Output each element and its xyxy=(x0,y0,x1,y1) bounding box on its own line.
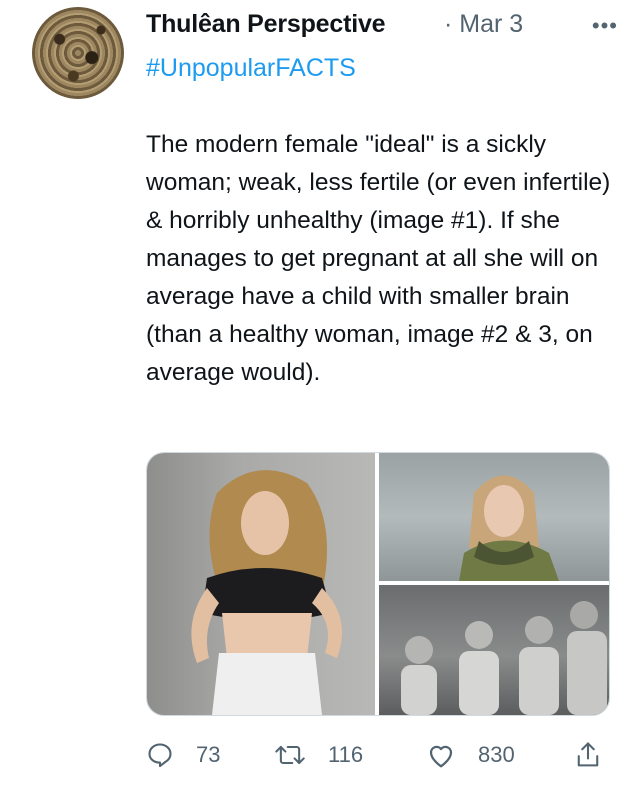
display-name[interactable]: Thulêan Perspective xyxy=(146,10,386,39)
tweet-text: The modern female "ideal" is a sickly wo… xyxy=(146,131,611,386)
like-icon xyxy=(426,741,456,769)
reply-button[interactable]: 73 xyxy=(146,730,220,780)
retweet-icon xyxy=(274,741,306,769)
retweet-button[interactable]: 116 xyxy=(274,730,363,780)
retweet-count: 116 xyxy=(328,742,364,767)
avatar[interactable] xyxy=(32,7,124,99)
reply-icon xyxy=(146,741,174,769)
tweet-image-2[interactable] xyxy=(379,453,609,581)
media-grid xyxy=(146,452,610,716)
tweet-image-1[interactable] xyxy=(147,453,375,715)
share-icon xyxy=(574,740,602,770)
share-button[interactable] xyxy=(574,730,602,780)
like-button[interactable]: 830 xyxy=(426,730,515,780)
reply-count: 73 xyxy=(196,742,221,767)
tweet-date[interactable]: · Mar 3 xyxy=(444,10,523,39)
hashtag-link[interactable]: #UnpopularFACTS xyxy=(146,54,356,83)
tweet-header: Thulêan Perspective · Mar 3 ••• xyxy=(146,6,618,40)
tweet-actions: 73 116 830 xyxy=(146,730,616,780)
tweet-image-3[interactable] xyxy=(379,585,609,715)
like-count: 830 xyxy=(478,742,515,767)
more-options-icon[interactable]: ••• xyxy=(592,15,618,37)
